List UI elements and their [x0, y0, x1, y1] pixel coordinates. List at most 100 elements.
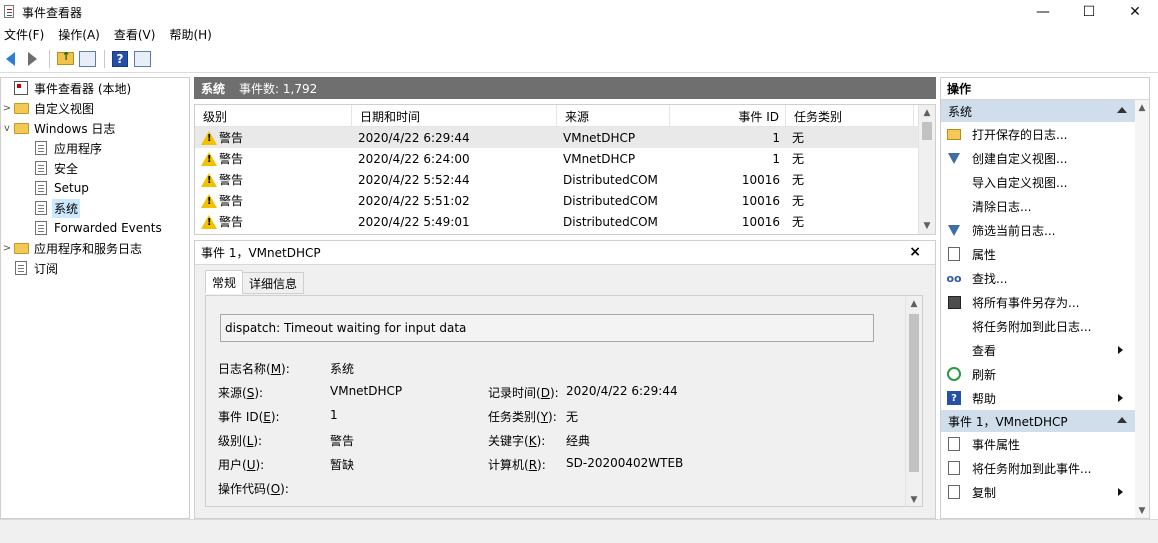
expand-chevron-icon[interactable]: >: [1, 103, 13, 114]
event-detail-title: 事件 1，VMnetDHCP: [195, 241, 935, 265]
warning-icon: [201, 130, 217, 145]
collapse-chevron-icon[interactable]: v: [1, 123, 13, 134]
table-row[interactable]: 警告 2020/4/22 5:52:44 DistributedCOM 1001…: [195, 169, 935, 190]
menu-bar: 文件(F) 操作(A) 查看(V) 帮助(H): [0, 24, 1158, 45]
actions-scrollbar[interactable]: ▲ ▼: [1135, 100, 1149, 518]
column-header-source[interactable]: 来源: [557, 105, 670, 127]
copy-icon: [946, 484, 962, 500]
action-create-custom-view[interactable]: 创建自定义视图...: [941, 146, 1149, 170]
table-row[interactable]: 警告 2020/4/22 6:24:00 VMnetDHCP 1 无: [195, 148, 935, 169]
event-list: 级别 日期和时间 来源 事件 ID 任务类别 警告 2020/4/22 6:29…: [194, 104, 936, 235]
action-filter-current-log[interactable]: 筛选当前日志...: [941, 218, 1149, 242]
menu-view[interactable]: 查看(V): [112, 26, 158, 43]
action-attach-task-to-event[interactable]: 将任务附加到此事件...: [941, 456, 1149, 480]
action-view[interactable]: 查看: [941, 338, 1149, 362]
title-bar: 事件查看器 — ☐ ✕: [0, 0, 1158, 24]
collapse-arrow-icon[interactable]: [1117, 107, 1127, 113]
tree-item-windows-logs[interactable]: v Windows 日志: [1, 118, 189, 138]
column-header-datetime[interactable]: 日期和时间: [352, 105, 557, 127]
log-icon: [33, 200, 49, 216]
field-row-source: 来源(S): VMnetDHCP 记录时间(D): 2020/4/22 6:29…: [218, 384, 678, 400]
toolbar-separator: [49, 49, 50, 68]
tree-item-custom-views[interactable]: > 自定义视图: [1, 98, 189, 118]
submenu-arrow-icon: [1118, 488, 1123, 496]
window-title: 事件查看器: [22, 5, 83, 20]
close-button[interactable]: ✕: [1112, 0, 1158, 24]
tab-general[interactable]: 常规: [205, 270, 244, 294]
column-header-task-category[interactable]: 任务类别: [786, 105, 914, 127]
actions-group-system[interactable]: 系统: [941, 100, 1149, 122]
refresh-icon: [946, 366, 962, 382]
tree-item-application[interactable]: 应用程序: [1, 138, 189, 158]
tab-details[interactable]: 详细信息: [242, 272, 305, 294]
event-detail-pane: 事件 1，VMnetDHCP × 常规 详细信息 dispatch: Timeo…: [194, 240, 936, 519]
action-copy[interactable]: 复制: [941, 480, 1149, 504]
tree-item-system[interactable]: 系统: [1, 198, 189, 218]
forward-arrow-icon: [27, 51, 37, 66]
show-hide-tree-button[interactable]: [77, 48, 97, 70]
tree-label: 自定义视图: [34, 101, 95, 116]
forward-button[interactable]: [22, 48, 42, 70]
tree-label: Forwarded Events: [54, 221, 162, 235]
maximize-button[interactable]: ☐: [1066, 0, 1112, 24]
menu-file[interactable]: 文件(F): [2, 26, 46, 43]
event-list-header: 级别 日期和时间 来源 事件 ID 任务类别: [195, 105, 935, 127]
scroll-thumb[interactable]: [922, 122, 932, 140]
action-help[interactable]: ? 帮助: [941, 386, 1149, 410]
back-arrow-icon: [5, 51, 15, 66]
action-attach-task-to-log[interactable]: 将任务附加到此日志...: [941, 314, 1149, 338]
tree-item-setup[interactable]: Setup: [1, 178, 189, 198]
tree-item-security[interactable]: 安全: [1, 158, 189, 178]
event-list-scrollbar[interactable]: ▲ ▼: [918, 105, 935, 234]
scroll-up-icon[interactable]: ▲: [1135, 100, 1149, 116]
tree-item-subscriptions[interactable]: 订阅: [1, 258, 189, 278]
action-import-custom-view[interactable]: 导入自定义视图...: [941, 170, 1149, 194]
status-bar: [0, 519, 1158, 543]
field-row-log-name: 日志名称(M): 系统: [218, 362, 355, 376]
action-open-saved-log[interactable]: 打开保存的日志...: [941, 122, 1149, 146]
submenu-arrow-icon: [1118, 346, 1123, 354]
show-hide-action-pane-button[interactable]: [132, 48, 152, 70]
close-detail-icon[interactable]: ×: [909, 244, 921, 260]
tree-item-app-services-logs[interactable]: > 应用程序和服务日志: [1, 238, 189, 258]
tree-label: 应用程序和服务日志: [34, 241, 143, 256]
table-row[interactable]: 警告 2020/4/22 6:29:44 VMnetDHCP 1 无: [195, 127, 935, 148]
column-header-level[interactable]: 级别: [195, 105, 352, 127]
properties-icon: [946, 436, 962, 452]
table-row[interactable]: 警告 2020/4/22 5:51:02 DistributedCOM 1001…: [195, 190, 935, 211]
minimize-button[interactable]: —: [1020, 0, 1066, 24]
up-level-button[interactable]: [55, 48, 75, 70]
tree-item-root[interactable]: 事件查看器 (本地): [1, 78, 189, 98]
scroll-down-icon[interactable]: ▼: [906, 492, 922, 506]
scroll-thumb[interactable]: [909, 314, 919, 472]
actions-title: 操作: [941, 78, 1149, 100]
console-tree-icon: [78, 50, 96, 67]
table-row[interactable]: 警告 2020/4/22 5:49:01 DistributedCOM 1001…: [195, 211, 935, 232]
menu-action[interactable]: 操作(A): [56, 26, 102, 43]
event-message[interactable]: dispatch: Timeout waiting for input data: [220, 314, 874, 342]
action-pane-icon: [133, 50, 151, 67]
event-viewer-app-icon: [3, 5, 17, 19]
action-clear-log[interactable]: 清除日志...: [941, 194, 1149, 218]
collapse-arrow-icon[interactable]: [1117, 417, 1127, 423]
action-refresh[interactable]: 刷新: [941, 362, 1149, 386]
scroll-up-icon[interactable]: ▲: [906, 296, 922, 312]
expand-chevron-icon[interactable]: >: [1, 243, 13, 254]
event-viewer-icon: [13, 80, 29, 96]
scroll-up-icon[interactable]: ▲: [919, 105, 935, 121]
scroll-down-icon[interactable]: ▼: [919, 218, 935, 234]
tree-item-forwarded-events[interactable]: Forwarded Events: [1, 218, 189, 238]
help-button[interactable]: ?: [110, 48, 130, 70]
scroll-down-icon[interactable]: ▼: [1135, 503, 1149, 518]
save-icon: [946, 294, 962, 310]
back-button[interactable]: [0, 48, 20, 70]
action-find[interactable]: oo 查找...: [941, 266, 1149, 290]
action-event-properties[interactable]: 事件属性: [941, 432, 1149, 456]
menu-help[interactable]: 帮助(H): [167, 26, 213, 43]
action-properties[interactable]: 属性: [941, 242, 1149, 266]
detail-scrollbar[interactable]: ▲ ▼: [905, 296, 922, 506]
detail-tabs: 常规 详细信息: [205, 270, 305, 294]
actions-group-event[interactable]: 事件 1，VMnetDHCP: [941, 410, 1149, 432]
column-header-event-id[interactable]: 事件 ID: [670, 105, 786, 127]
action-save-all-events[interactable]: 将所有事件另存为...: [941, 290, 1149, 314]
